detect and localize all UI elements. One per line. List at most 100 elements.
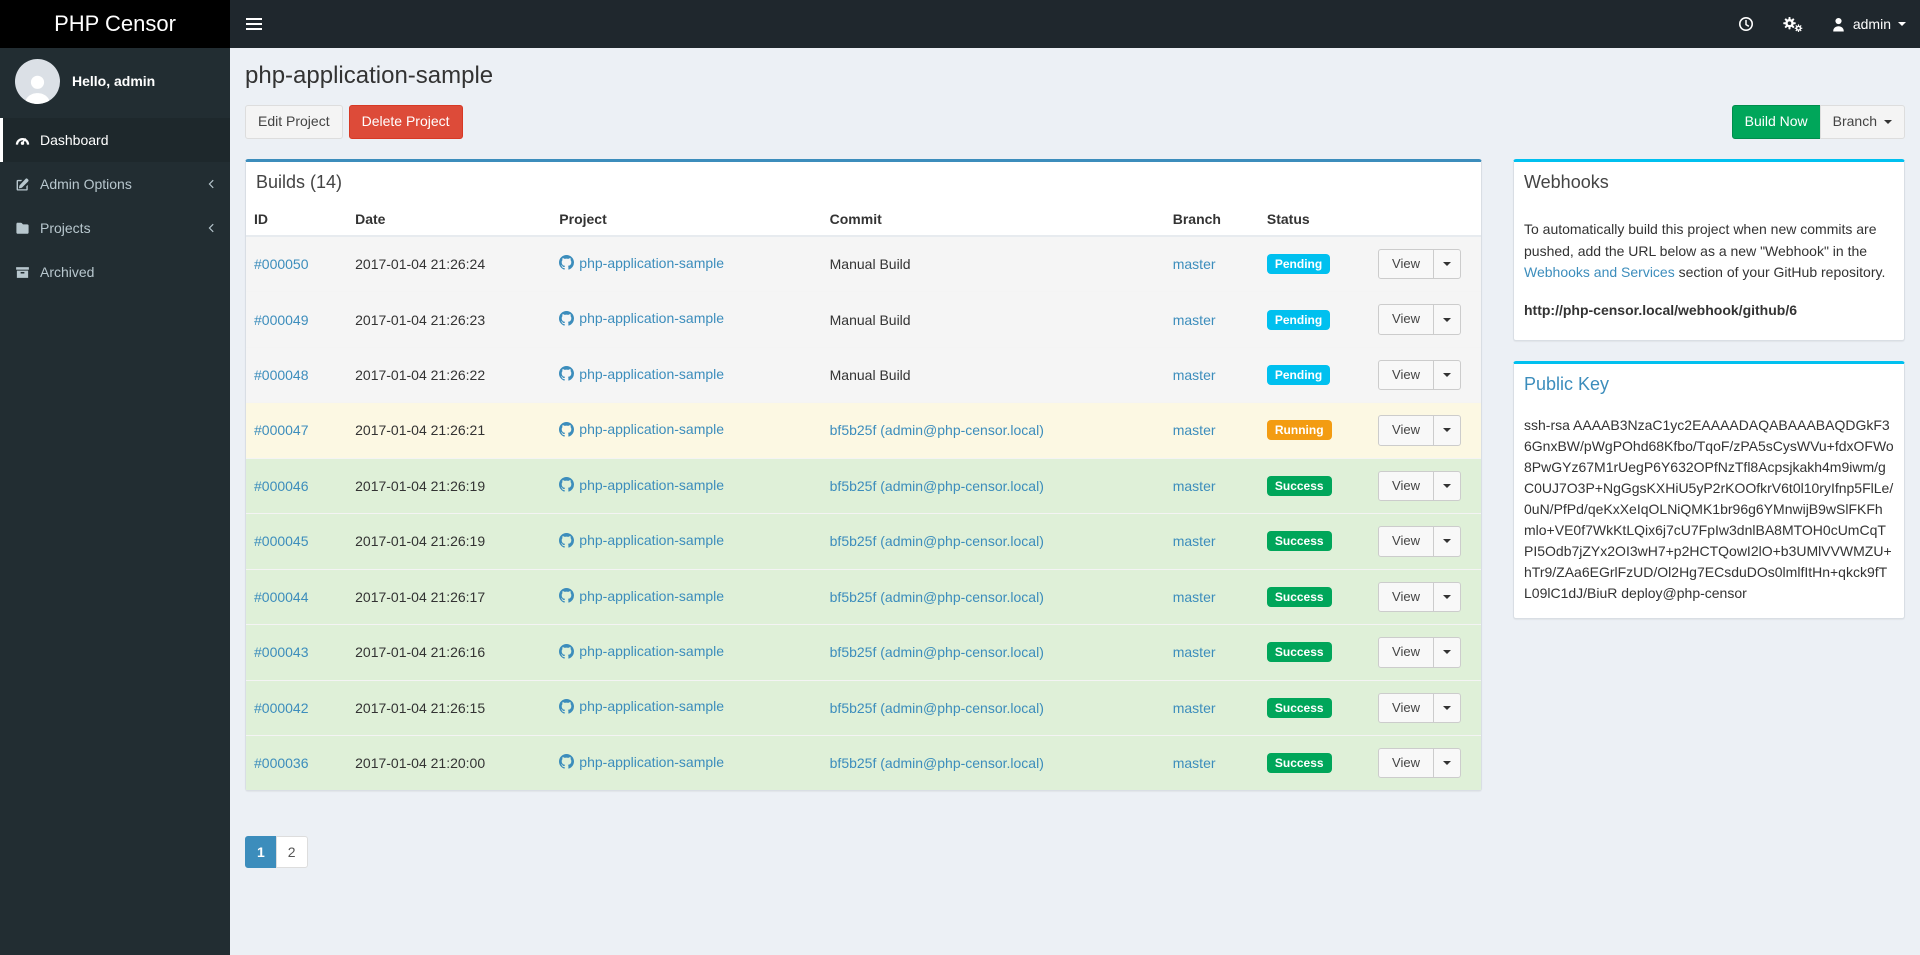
project-link[interactable]: php-application-sample — [559, 643, 724, 659]
webhooks-box-title: Webhooks — [1524, 171, 1609, 192]
build-now-button[interactable]: Build Now — [1731, 105, 1821, 139]
commit-text: Manual Build — [829, 256, 911, 273]
project-link[interactable]: php-application-sample — [559, 698, 724, 714]
build-id-link[interactable]: #000049 — [254, 312, 309, 328]
build-date: 2017-01-04 21:26:19 — [347, 457, 552, 514]
build-id-link[interactable]: #000036 — [254, 755, 309, 771]
chevron-down-icon — [1443, 650, 1451, 655]
builds-table-body: #000050 2017-01-04 21:26:24 php-applicatio… — [246, 235, 1481, 791]
status-badge: Success — [1266, 531, 1332, 552]
sidebar-item-archived[interactable]: Archived — [0, 250, 230, 294]
view-dropdown-toggle[interactable] — [1433, 637, 1461, 668]
build-id-link[interactable]: #000048 — [254, 367, 309, 383]
branch-link[interactable]: master — [1173, 312, 1216, 328]
build-id-link[interactable]: #000042 — [254, 700, 309, 716]
commit-link[interactable]: bf5b25f (admin@php-censor.local) — [830, 478, 1044, 494]
brand-logo[interactable]: PHP Censor — [0, 0, 230, 48]
view-dropdown-toggle[interactable] — [1433, 526, 1461, 557]
pagination: 12 — [245, 836, 308, 869]
project-link[interactable]: php-application-sample — [559, 754, 724, 770]
commit-link[interactable]: bf5b25f (admin@php-censor.local) — [830, 589, 1044, 605]
build-id-link[interactable]: #000044 — [254, 589, 309, 605]
status-badge: Success — [1266, 697, 1332, 718]
build-id-link[interactable]: #000047 — [254, 422, 309, 438]
view-button[interactable]: View — [1378, 581, 1434, 613]
webhooks-services-link[interactable]: Webhooks and Services — [1524, 264, 1675, 280]
view-button[interactable]: View — [1378, 692, 1434, 723]
chevron-down-icon — [1443, 317, 1451, 322]
build-history-button[interactable] — [1724, 0, 1768, 48]
branch-link[interactable]: master — [1173, 644, 1216, 660]
branch-link[interactable]: master — [1173, 700, 1216, 716]
settings-button[interactable] — [1768, 0, 1817, 48]
view-button[interactable]: View — [1378, 526, 1434, 557]
build-id-link[interactable]: #000045 — [254, 533, 309, 549]
edit-project-button[interactable]: Edit Project — [245, 105, 343, 139]
view-dropdown-toggle[interactable] — [1433, 359, 1461, 391]
view-dropdown-toggle[interactable] — [1433, 581, 1461, 613]
commit-link[interactable]: bf5b25f (admin@php-censor.local) — [830, 422, 1044, 438]
sidebar-toggle-button[interactable] — [230, 0, 278, 48]
view-dropdown-toggle[interactable] — [1433, 747, 1461, 779]
view-dropdown-toggle[interactable] — [1433, 248, 1461, 280]
commit-link[interactable]: bf5b25f (admin@php-censor.local) — [830, 644, 1044, 660]
public-key-box-title: Public Key — [1524, 373, 1610, 394]
build-id-link[interactable]: #000043 — [254, 644, 309, 660]
status-badge: Pending — [1266, 254, 1331, 275]
view-button[interactable]: View — [1378, 747, 1434, 779]
commit-link[interactable]: bf5b25f (admin@php-censor.local) — [830, 700, 1044, 716]
branch-dropdown-button[interactable]: Branch — [1819, 105, 1905, 139]
column-header-date: Date — [347, 202, 552, 237]
column-header-id: ID — [246, 202, 348, 237]
navbar-right: admin — [1724, 0, 1920, 48]
status-badge: Success — [1266, 586, 1332, 607]
build-id-link[interactable]: #000046 — [254, 478, 309, 494]
build-date: 2017-01-04 21:26:15 — [347, 679, 552, 736]
table-row: #000044 2017-01-04 21:26:17 php-applicatio… — [246, 568, 1481, 625]
view-dropdown-toggle[interactable] — [1433, 415, 1461, 446]
github-icon — [559, 698, 575, 714]
project-link[interactable]: php-application-sample — [559, 477, 724, 493]
branch-link[interactable]: master — [1173, 478, 1216, 494]
view-button[interactable]: View — [1378, 470, 1434, 502]
chevron-down-icon — [1898, 22, 1906, 26]
project-link[interactable]: php-application-sample — [559, 255, 724, 271]
webhooks-description: To automatically build this project when… — [1524, 219, 1894, 284]
github-icon — [559, 532, 575, 548]
github-icon — [559, 255, 575, 270]
view-button[interactable]: View — [1378, 359, 1434, 391]
pagination-page-1[interactable]: 1 — [245, 836, 277, 869]
table-row: #000042 2017-01-04 21:26:15 php-applicatio… — [246, 679, 1481, 736]
commit-link[interactable]: bf5b25f (admin@php-censor.local) — [830, 533, 1044, 549]
branch-link[interactable]: master — [1173, 256, 1216, 272]
build-id-link[interactable]: #000050 — [254, 256, 309, 272]
sidebar-item-projects[interactable]: Projects — [0, 206, 230, 250]
view-button[interactable]: View — [1378, 637, 1434, 668]
project-link[interactable]: php-application-sample — [559, 588, 724, 604]
branch-link[interactable]: master — [1173, 422, 1216, 438]
view-button[interactable]: View — [1378, 304, 1434, 335]
branch-link[interactable]: master — [1173, 367, 1216, 383]
commit-link[interactable]: bf5b25f (admin@php-censor.local) — [830, 755, 1044, 771]
view-button[interactable]: View — [1378, 415, 1434, 446]
delete-project-button[interactable]: Delete Project — [348, 105, 463, 139]
view-button[interactable]: View — [1378, 248, 1434, 280]
branch-link[interactable]: master — [1173, 755, 1216, 771]
view-dropdown-toggle[interactable] — [1433, 304, 1461, 335]
branch-link[interactable]: master — [1173, 533, 1216, 549]
sidebar-item-admin-options[interactable]: Admin Options — [0, 162, 230, 206]
pagination-page-2[interactable]: 2 — [275, 836, 308, 869]
project-link[interactable]: php-application-sample — [559, 366, 724, 382]
view-dropdown-toggle[interactable] — [1433, 692, 1461, 723]
status-badge: Pending — [1266, 365, 1331, 385]
project-link[interactable]: php-application-sample — [559, 310, 724, 326]
branch-link[interactable]: master — [1173, 589, 1216, 605]
page-title: php-application-sample — [245, 62, 494, 89]
column-header-branch: Branch — [1164, 202, 1259, 237]
sidebar-item-dashboard[interactable]: Dashboard — [0, 118, 230, 162]
project-link[interactable]: php-application-sample — [559, 532, 724, 548]
user-menu[interactable]: admin — [1817, 0, 1920, 48]
table-row: #000043 2017-01-04 21:26:16 php-applicatio… — [246, 624, 1481, 680]
project-link[interactable]: php-application-sample — [559, 421, 724, 437]
view-dropdown-toggle[interactable] — [1433, 470, 1461, 502]
